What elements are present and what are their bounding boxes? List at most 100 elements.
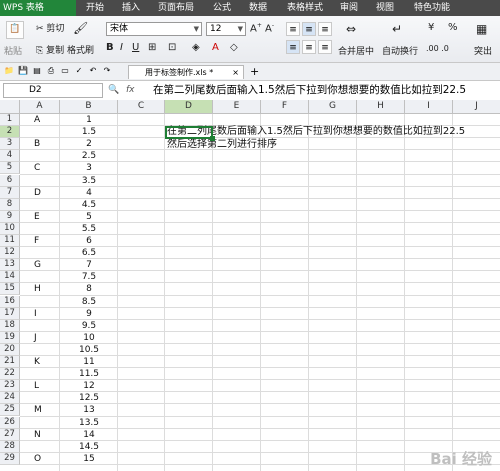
row-header[interactable]: 29 <box>0 452 20 465</box>
number-format-icon[interactable]: ¥ <box>428 22 434 33</box>
cell-a[interactable]: C <box>34 162 40 174</box>
align-middle-icon[interactable]: ≡ <box>302 22 316 36</box>
conditional-format-icon[interactable]: ▦ <box>476 22 487 36</box>
merge-center-icon[interactable]: ⇔ <box>346 22 356 36</box>
fill-color-icon[interactable]: ◈ <box>192 42 200 53</box>
cell-b[interactable]: 10.5 <box>60 344 118 356</box>
cell-a[interactable]: D <box>34 187 41 199</box>
row-header[interactable]: 24 <box>0 392 20 405</box>
row-header[interactable]: 15 <box>0 283 20 296</box>
row-header[interactable]: 1 <box>0 114 20 126</box>
align-bottom-icon[interactable]: ≡ <box>318 22 332 36</box>
menu-table-style[interactable]: 表格样式 <box>287 0 323 16</box>
font-size-select[interactable]: 12 ▼ <box>206 22 246 36</box>
cell-b[interactable]: 13 <box>60 404 118 416</box>
app-logo-menu[interactable]: WPS 表格 <box>0 0 76 16</box>
row-header[interactable]: 16 <box>0 295 20 308</box>
row-header[interactable]: 19 <box>0 331 20 344</box>
pdf-icon[interactable]: ▤ <box>32 66 42 76</box>
cut-button[interactable]: ✂ 剪切 <box>36 21 64 34</box>
row-header[interactable]: 6 <box>0 174 20 187</box>
paste-button[interactable]: 粘贴 <box>4 44 22 57</box>
grow-font-icon[interactable]: A+ <box>250 22 262 34</box>
row-header[interactable]: 7 <box>0 186 20 199</box>
menu-data[interactable]: 数据 <box>249 0 267 16</box>
document-tab[interactable]: 用于标签制作.xls * × <box>128 65 244 79</box>
cell-b[interactable]: 1.5 <box>60 126 118 138</box>
font-color-icon[interactable]: A <box>212 42 219 53</box>
open-icon[interactable]: 📁 <box>4 66 14 76</box>
undo-icon[interactable]: ↶ <box>88 66 98 76</box>
italic-icon[interactable]: I <box>120 42 123 53</box>
row-header[interactable]: 26 <box>0 416 20 429</box>
column-header-c[interactable]: C <box>118 100 165 114</box>
menu-page-layout[interactable]: 页面布局 <box>158 0 194 16</box>
percent-button[interactable]: % <box>448 22 458 33</box>
print-icon[interactable]: ⎙ <box>46 66 56 76</box>
cell-b[interactable]: 2 <box>60 138 118 150</box>
cell-b[interactable]: 5 <box>60 211 118 223</box>
row-header[interactable]: 13 <box>0 259 20 272</box>
menu-start[interactable]: 开始 <box>86 0 104 16</box>
cell-b[interactable]: 11 <box>60 356 118 368</box>
font-name-select[interactable]: 宋体 ▼ <box>106 22 202 36</box>
cell-b[interactable]: 12 <box>60 380 118 392</box>
cell-b[interactable]: 6.5 <box>60 247 118 259</box>
cell-a[interactable]: N <box>34 429 41 441</box>
column-header-e[interactable]: E <box>213 100 261 114</box>
merge-icon[interactable]: ⊡ <box>168 42 176 53</box>
spreadsheet-grid[interactable]: ABCDEFGHIJ 1 2 3 4 5 6 7 8 9 10 11 12 13 14 15 16 17 18 19… <box>0 100 500 471</box>
zoom-icon[interactable]: 🔍 <box>108 83 119 98</box>
row-header[interactable]: 27 <box>0 428 20 441</box>
row-header[interactable]: 8 <box>0 198 20 211</box>
menu-insert[interactable]: 插入 <box>122 0 140 16</box>
highlight-button[interactable]: 突出 <box>474 44 492 57</box>
wrap-text-icon[interactable]: ↵ <box>392 22 402 36</box>
cell-b[interactable]: 4 <box>60 187 118 199</box>
menu-special[interactable]: 特色功能 <box>414 0 450 16</box>
cell-a[interactable]: M <box>34 404 42 416</box>
row-header[interactable]: 10 <box>0 222 20 235</box>
cell-b[interactable]: 6 <box>60 235 118 247</box>
column-header-j[interactable]: J <box>453 100 500 114</box>
select-all-corner[interactable] <box>0 100 20 114</box>
menu-formula[interactable]: 公式 <box>213 0 231 16</box>
cell-b[interactable]: 3.5 <box>60 175 118 187</box>
align-left-icon[interactable]: ≡ <box>286 40 300 54</box>
print-preview-icon[interactable]: ▭ <box>60 66 70 76</box>
bold-icon[interactable]: B <box>106 42 114 53</box>
column-header-i[interactable]: I <box>405 100 453 114</box>
cell-a[interactable]: K <box>34 356 40 368</box>
row-header[interactable]: 5 <box>0 162 20 175</box>
cell-b[interactable]: 1 <box>60 114 118 126</box>
fill-handle[interactable] <box>210 136 215 141</box>
cell-b[interactable]: 7.5 <box>60 271 118 283</box>
align-top-icon[interactable]: ≡ <box>286 22 300 36</box>
cell-a[interactable]: F <box>34 235 39 247</box>
cell-b[interactable]: 4.5 <box>60 199 118 211</box>
name-box[interactable]: D2 <box>3 83 103 98</box>
row-header[interactable]: 22 <box>0 368 20 381</box>
column-header-b[interactable]: B <box>60 100 118 114</box>
align-center-icon[interactable]: ≡ <box>302 40 316 54</box>
cell-a[interactable]: O <box>34 453 41 465</box>
cell-a[interactable]: J <box>34 332 37 344</box>
underline-icon[interactable]: U <box>132 42 139 53</box>
new-tab-button[interactable]: + <box>250 65 259 79</box>
cell-b[interactable]: 7 <box>60 259 118 271</box>
merge-center-button[interactable]: 合并居中 <box>338 44 374 57</box>
cell-b[interactable]: 9 <box>60 308 118 320</box>
cell-b[interactable]: 8 <box>60 283 118 295</box>
row-header[interactable]: 18 <box>0 319 20 332</box>
copy-button[interactable]: ⎘ 复制 <box>36 43 64 56</box>
save-icon[interactable]: 💾 <box>18 66 28 76</box>
format-painter-button[interactable]: 格式刷 <box>67 43 94 56</box>
spellcheck-icon[interactable]: ✓ <box>74 66 84 76</box>
row-header[interactable]: 12 <box>0 247 20 260</box>
row-header[interactable]: 23 <box>0 380 20 393</box>
column-header-a[interactable]: A <box>20 100 60 114</box>
row-header[interactable]: 14 <box>0 271 20 284</box>
close-icon[interactable]: × <box>232 66 239 80</box>
redo-icon[interactable]: ↷ <box>102 66 112 76</box>
cell-b[interactable]: 14.5 <box>60 441 118 453</box>
